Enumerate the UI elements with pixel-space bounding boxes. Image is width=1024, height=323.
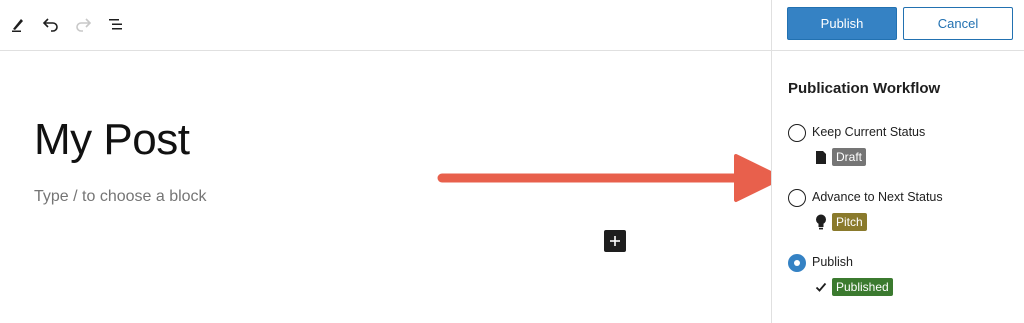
post-title[interactable]: My Post <box>34 112 190 168</box>
status-row: Published <box>814 278 893 296</box>
list-view-icon[interactable] <box>103 11 129 37</box>
redo-icon[interactable] <box>70 11 96 37</box>
lightbulb-icon <box>814 214 828 230</box>
cancel-button[interactable]: Cancel <box>903 7 1013 40</box>
document-icon <box>814 149 828 165</box>
checkmark-icon <box>814 279 828 295</box>
option-label: Publish <box>812 255 853 269</box>
block-inserter-button[interactable] <box>604 230 626 252</box>
radio-advance-to-next-status[interactable] <box>788 189 806 207</box>
status-badge-published: Published <box>832 278 893 296</box>
sidebar-header: Publish Cancel <box>772 0 1024 51</box>
status-row: Draft <box>814 148 867 166</box>
option-label: Advance to Next Status <box>812 190 943 204</box>
annotation-arrow <box>437 154 783 202</box>
undo-icon[interactable] <box>38 11 64 37</box>
plus-icon <box>610 236 620 246</box>
publish-button[interactable]: Publish <box>787 7 897 40</box>
status-badge-pitch: Pitch <box>832 213 867 231</box>
option-label: Keep Current Status <box>812 125 926 139</box>
pen-icon[interactable] <box>5 11 31 37</box>
status-badge-draft: Draft <box>832 148 867 166</box>
block-placeholder[interactable]: Type / to choose a block <box>34 186 207 208</box>
sidebar: Publish Cancel Publication Workflow Keep… <box>771 0 1024 323</box>
radio-publish[interactable] <box>788 254 806 272</box>
radio-keep-current-status[interactable] <box>788 124 806 142</box>
editor-toolbar <box>0 0 771 51</box>
status-row: Pitch <box>814 213 867 231</box>
panel-title: Publication Workflow <box>788 80 941 97</box>
